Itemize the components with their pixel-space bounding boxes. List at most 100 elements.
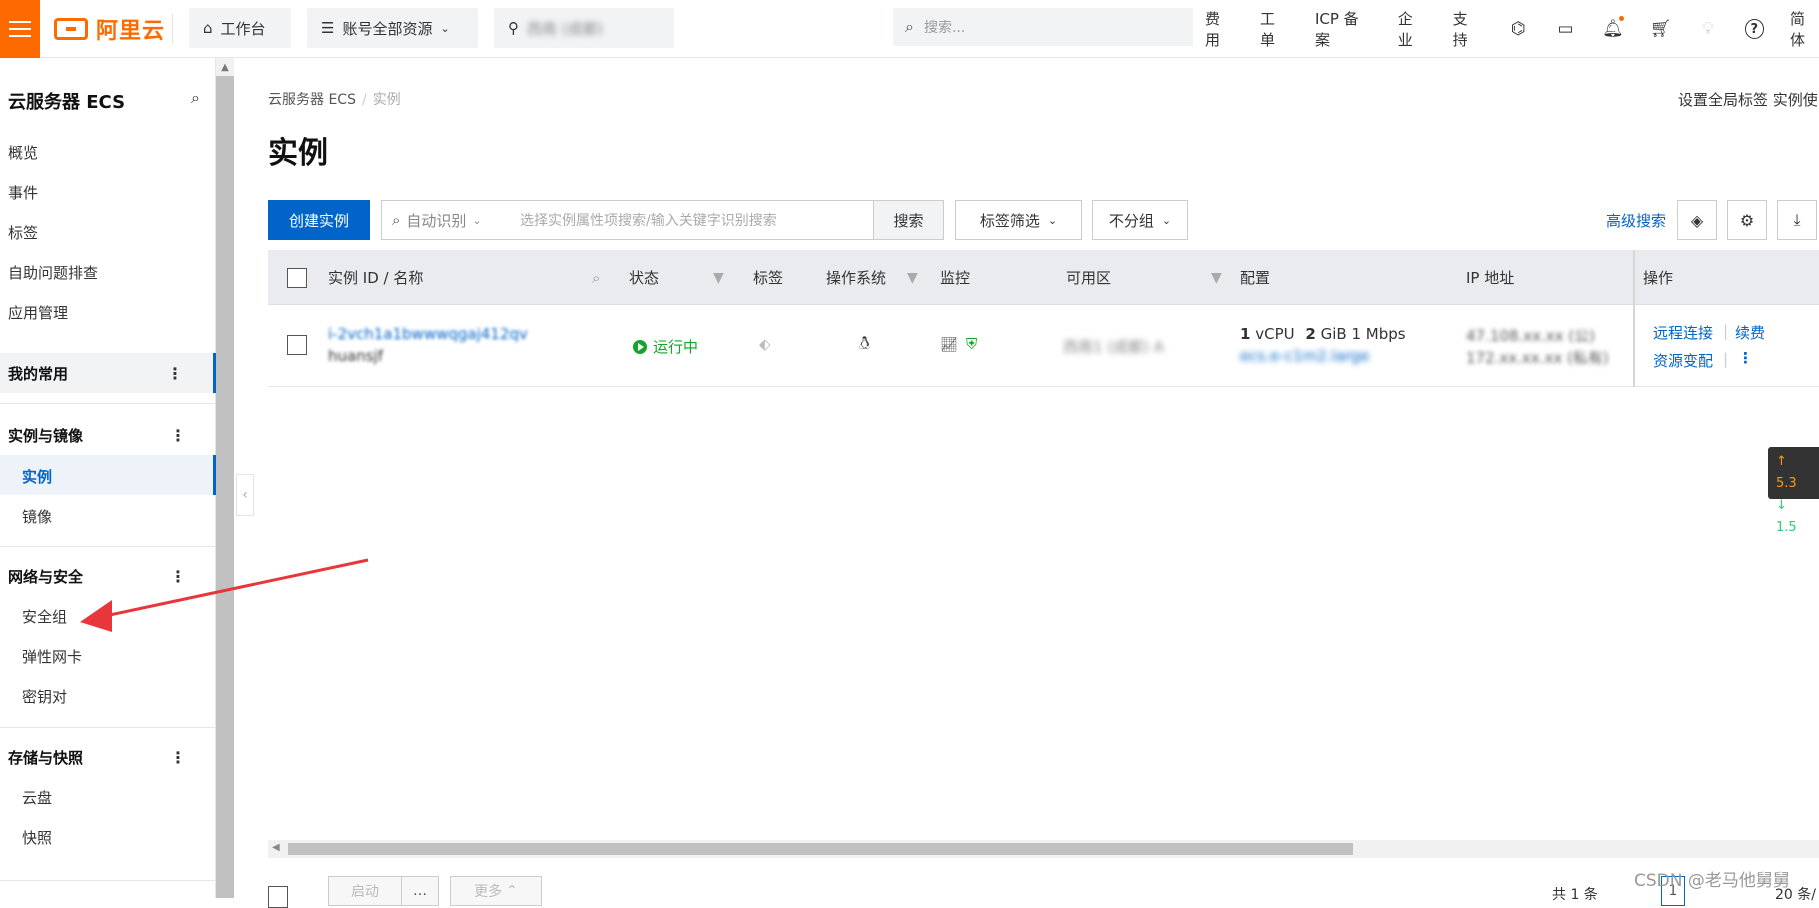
sidebar-scrollbar[interactable] — [216, 58, 234, 898]
filter-icon[interactable]: ▼ — [1203, 250, 1222, 305]
link-tickets[interactable]: 工单 — [1260, 8, 1289, 50]
more-label: 更多 — [474, 884, 503, 900]
chevron-down-icon: ⌄ — [1161, 213, 1172, 227]
language-selector[interactable]: 简体 — [1790, 8, 1819, 50]
shield-icon[interactable]: ⛨ — [966, 335, 977, 353]
start-button[interactable]: 启动 — [328, 876, 402, 906]
sidebar-group-storage-snapshots[interactable]: 存储与快照 ⋮ — [0, 737, 216, 777]
resources-dropdown[interactable]: ☰ 账号全部资源 ⌄ — [307, 8, 478, 48]
horizontal-scroll-thumb[interactable] — [288, 843, 1353, 855]
group-select-label: 不分组 — [1108, 211, 1154, 230]
network-speed-widget: ↑ 5.3 ↓ 1.5 — [1768, 447, 1819, 535]
region-label: 西南 (成都) — [527, 19, 604, 38]
sidebar-group-network-security[interactable]: 网络与安全 ⋮ — [0, 556, 216, 596]
link-enterprise[interactable]: 企业 — [1398, 8, 1427, 50]
group-label: 网络与安全 — [8, 567, 84, 586]
tag-filter-button[interactable]: 标签筛选 ⌄ — [955, 200, 1082, 240]
link-icp[interactable]: ICP 备案 — [1315, 8, 1372, 50]
tag-icon[interactable]: ⬖ — [759, 335, 771, 353]
more-vertical-icon[interactable]: ⋮ — [170, 567, 186, 586]
sidebar-item-overview[interactable]: 概览 — [8, 142, 38, 163]
sidebar-item-security-groups[interactable]: 安全组 — [22, 606, 67, 627]
lightbulb-icon[interactable]: 💡︎ — [1697, 18, 1718, 40]
sidebar-item-tags[interactable]: 标签 — [8, 222, 38, 243]
sidebar-item-instances[interactable]: 实例 — [22, 466, 52, 487]
group-select[interactable]: 不分组 ⌄ — [1092, 200, 1188, 240]
more-horizontal-icon[interactable]: … — [401, 876, 439, 906]
renew-link[interactable]: 续费 — [1735, 322, 1765, 343]
more-actions-icon[interactable]: ⋮ — [1738, 349, 1753, 367]
divider — [0, 880, 216, 881]
scroll-left-arrow-icon[interactable]: ◀ — [272, 842, 280, 853]
sidebar-item-disks[interactable]: 云盘 — [22, 787, 52, 808]
more-vertical-icon[interactable]: ⋮ — [167, 364, 183, 383]
search-type-select[interactable]: ⌕ 自动识别 ⌄ — [382, 201, 508, 239]
sidebar-item-images[interactable]: 镜像 — [22, 506, 52, 527]
workbench-label: 工作台 — [220, 19, 266, 38]
select-all-checkbox[interactable] — [287, 250, 307, 305]
instance-search-input[interactable]: 选择实例属性项搜索/输入关键字识别搜索 — [508, 201, 873, 239]
gear-icon[interactable]: ⚙ — [1727, 200, 1767, 240]
filter-icon[interactable]: ▼ — [705, 250, 724, 305]
column-search-icon[interactable]: ⌕ — [592, 250, 600, 305]
help-icon[interactable]: ? — [1744, 19, 1764, 39]
region-selector[interactable]: ⚲ 西南 (成都) — [494, 8, 674, 48]
more-vertical-icon[interactable]: ⋮ — [170, 748, 186, 767]
sidebar-item-troubleshoot[interactable]: 自助问题排查 — [8, 262, 98, 283]
sidebar-group-instances-images[interactable]: 实例与镜像 ⋮ — [0, 415, 216, 455]
bell-icon[interactable]: 🔔︎ — [1602, 16, 1624, 40]
public-ip: 47.108.xx.xx (公) — [1466, 327, 1596, 345]
sidebar-item-keypairs[interactable]: 密钥对 — [22, 686, 67, 707]
sidebar-item-app-management[interactable]: 应用管理 — [8, 302, 68, 323]
hamburger-menu-icon[interactable] — [0, 0, 40, 58]
sidebar-item-events[interactable]: 事件 — [8, 182, 38, 203]
aliyun-logo[interactable]: 阿里云 — [54, 14, 165, 44]
breadcrumb-separator: / — [361, 92, 367, 108]
divider — [172, 14, 173, 44]
top-links: 费用 工单 ICP 备案 企业 支持 ⌬ ▭ 🔔︎ 🛒︎ 💡︎ ? 简体 — [1205, 0, 1819, 58]
col-label: 操作系统 — [826, 269, 887, 287]
divider — [0, 727, 216, 728]
resize-link[interactable]: 资源变配 — [1653, 350, 1713, 371]
row-checkbox[interactable] — [287, 335, 307, 355]
workbench-button[interactable]: ⌂ 工作台 — [189, 8, 291, 48]
instance-id-link[interactable]: i-2vch1a1bwwwqgaj412qv — [328, 325, 528, 343]
home-icon: ⌂ — [203, 19, 213, 37]
more-button[interactable]: 更多 ⌃ — [450, 876, 542, 906]
download-icon[interactable]: ⤓ — [1777, 200, 1817, 240]
terminal-icon[interactable]: ▭ — [1555, 18, 1576, 40]
sidebar-title: 云服务器 ECS — [8, 92, 126, 113]
cart-icon[interactable]: 🛒︎ — [1650, 18, 1672, 40]
sidebar-group-favorites[interactable]: 我的常用 ⋮ — [0, 353, 216, 393]
link-support[interactable]: 支持 — [1453, 8, 1482, 50]
config-spec: 1 vCPU 2 GiB 1 Mbps — [1240, 325, 1406, 343]
remote-connect-link[interactable]: 远程连接 — [1653, 322, 1713, 343]
search-type-label: 自动识别 — [406, 211, 467, 230]
cpu-count: 1 — [1240, 325, 1251, 343]
favorites-label: 我的常用 — [8, 364, 69, 383]
layers-icon[interactable]: ◈ — [1677, 200, 1717, 240]
advanced-search-link[interactable]: 高级搜索 — [1606, 210, 1666, 231]
create-instance-button[interactable]: 创建实例 — [268, 200, 370, 240]
instance-type-link[interactable]: ecs.e-c1m2.large — [1240, 347, 1369, 365]
top-search-input[interactable]: ⌕ 搜索... — [893, 8, 1193, 46]
link-fees[interactable]: 费用 — [1205, 8, 1234, 50]
csdn-watermark: CSDN @老马他舅舅 — [1634, 871, 1790, 891]
instance-search: ⌕ 自动识别 ⌄ 选择实例属性项搜索/输入关键字识别搜索 搜索 — [381, 200, 944, 240]
table-header: 实例 ID / 名称 ⌕ 状态 ▼ 标签 操作系统 ▼ 监控 可用区 ▼ 配置 … — [268, 250, 1819, 305]
col-label: IP 地址 — [1466, 269, 1515, 287]
more-vertical-icon[interactable]: ⋮ — [170, 426, 186, 445]
global-tag-links[interactable]: 设置全局标签 实例使 — [1678, 89, 1818, 110]
filter-icon[interactable]: ▼ — [899, 250, 918, 305]
sidebar-search-icon[interactable]: ⌕ — [191, 88, 200, 108]
scroll-up-arrow-icon[interactable]: ▲ — [216, 58, 234, 76]
search-button[interactable]: 搜索 — [873, 201, 943, 239]
action-separator: | — [1723, 322, 1729, 340]
sidebar-item-snapshots[interactable]: 快照 — [22, 827, 52, 848]
sidebar-collapse-icon[interactable]: ‹ — [236, 474, 254, 516]
footer-select-all-checkbox[interactable] — [268, 886, 288, 908]
breadcrumb-ecs[interactable]: 云服务器 ECS — [268, 92, 356, 108]
sidebar-item-eni[interactable]: 弹性网卡 — [22, 646, 82, 667]
api-icon[interactable]: ⌬ — [1508, 18, 1529, 40]
chart-icon[interactable]: 📈︎ — [940, 337, 958, 353]
